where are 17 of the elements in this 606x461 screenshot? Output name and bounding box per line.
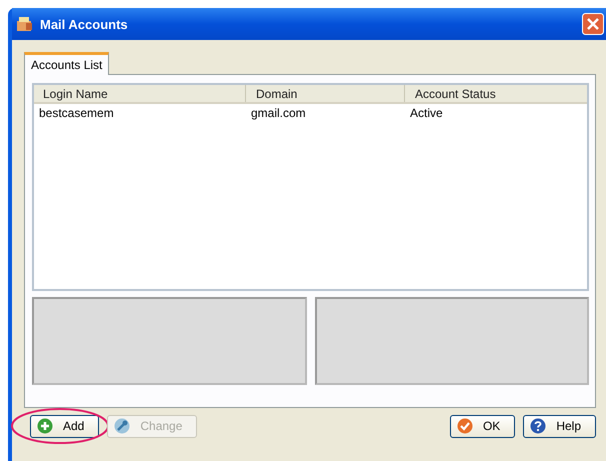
button[interactable]: Add	[30, 414, 100, 438]
table-cell-text: Active	[409, 105, 444, 120]
mailbox-icon	[16, 16, 34, 32]
button[interactable]: Help	[523, 414, 596, 438]
button[interactable]: OK	[450, 414, 516, 438]
help-icon	[530, 418, 546, 434]
plus-icon	[37, 418, 53, 434]
column-header[interactable]: Login Name	[34, 85, 246, 102]
column-header[interactable]: Account Status	[405, 85, 587, 102]
column-header[interactable]: Domain	[246, 85, 405, 102]
tab[interactable]: Accounts List	[24, 52, 110, 75]
wrench-icon	[114, 418, 130, 434]
close-icon[interactable]	[582, 13, 604, 35]
table-cell-text: bestcasemem	[38, 105, 115, 120]
window-title: Mail Accounts	[40, 16, 129, 32]
check-icon	[456, 418, 473, 434]
table-cell-text: gmail.com	[250, 105, 307, 120]
